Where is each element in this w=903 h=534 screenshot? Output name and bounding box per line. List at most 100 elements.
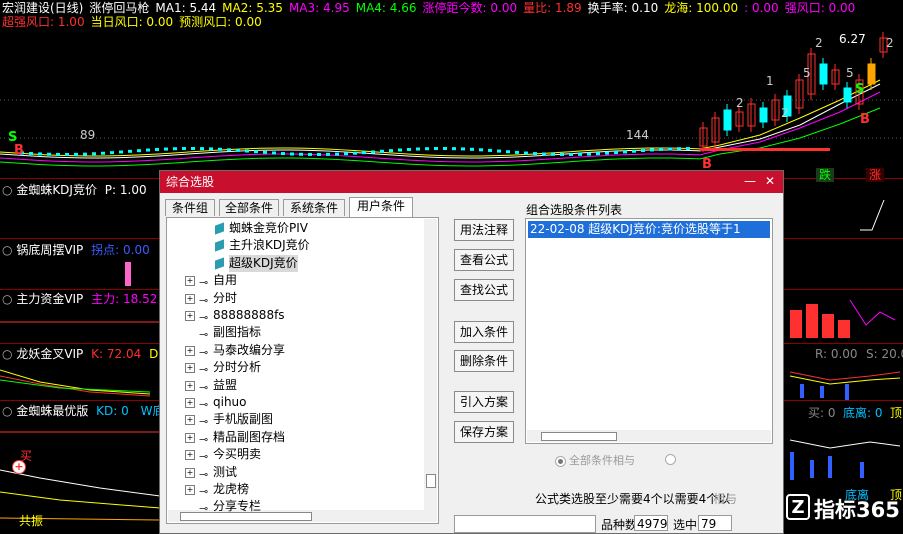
import-plan-button[interactable]: 引入方案: [454, 391, 514, 413]
expand-plus-icon[interactable]: +: [185, 293, 195, 304]
tree-item[interactable]: + ⊸ 分时: [167, 290, 422, 307]
wave-label: 2: [886, 36, 894, 50]
price-high-label: 6.27: [839, 32, 866, 46]
tab-system-conditions[interactable]: 系统条件: [283, 199, 345, 216]
save-plan-button[interactable]: 保存方案: [454, 421, 514, 443]
tree-item[interactable]: + ⊸ 手机版副图: [167, 411, 422, 428]
tree-item[interactable]: + ⊸ 88888888fs: [167, 307, 422, 324]
tree-item[interactable]: 超级KDJ竞价: [167, 254, 422, 272]
tree-item[interactable]: ⊸ 副图指标: [167, 324, 422, 341]
small-candle: [362, 151, 366, 155]
formula-input[interactable]: [454, 515, 596, 533]
small-candle: [263, 150, 267, 154]
tree-item-label: 分时: [213, 290, 238, 305]
brand-logo-icon: Z: [786, 494, 810, 520]
tree-item[interactable]: 蜘蛛金竞价PIV: [167, 220, 422, 237]
j-line: [0, 379, 151, 393]
expand-plus-icon[interactable]: +: [185, 276, 195, 287]
condition-list-item[interactable]: 22-02-08 超级KDJ竞价:竞价选股等于1: [528, 221, 770, 238]
tree-scroll-thumb[interactable]: [426, 474, 436, 488]
radio-all-and[interactable]: 全部条件相与: [555, 452, 635, 468]
expand-plus-icon[interactable]: +: [185, 380, 195, 391]
minimize-icon[interactable]: —: [743, 174, 757, 188]
header-indicator-row1-7: 量比: 1.89: [523, 1, 582, 15]
usage-notes-button[interactable]: 用法注释: [454, 219, 514, 241]
tree-item[interactable]: + ⊸ 龙虎榜: [167, 481, 422, 498]
tree-item-label: 龙虎榜: [213, 482, 250, 496]
tree-item[interactable]: + ⊸ 自用: [167, 272, 422, 289]
candle-body: [867, 63, 876, 85]
panel-circle-icon: ○: [2, 292, 13, 306]
pot-bottom-bar: [125, 262, 131, 286]
list-horizontal-scrollbar[interactable]: [527, 430, 771, 442]
stock-screener-dialog: 综合选股 — ✕ 条件组 全部条件 系统条件 用户条件 蜘蛛金竞价PIV 主升浪K…: [159, 170, 784, 534]
expand-plus-icon[interactable]: +: [185, 415, 195, 426]
dialog-title-bar[interactable]: 综合选股: [160, 171, 783, 193]
tree-item[interactable]: ⊸ 分享专栏: [167, 498, 422, 515]
tree-item[interactable]: + ⊸ 马泰改编分享: [167, 342, 422, 359]
main-fund-line: [849, 299, 896, 326]
tree-item[interactable]: + ⊸ 测试: [167, 464, 422, 481]
small-candle: [632, 149, 636, 153]
expand-plus-icon[interactable]: +: [185, 485, 195, 495]
small-candle: [641, 149, 645, 153]
panel-value: 主力: 18.52: [91, 292, 158, 306]
delete-condition-button[interactable]: 删除条件: [454, 350, 514, 372]
list-hscroll-thumb[interactable]: [541, 432, 617, 441]
small-candle: [119, 150, 123, 154]
d-line: [789, 375, 901, 385]
expand-plus-icon[interactable]: +: [185, 398, 195, 408]
tree-item[interactable]: 主升浪KDJ竞价: [167, 237, 422, 254]
small-candle: [110, 151, 114, 155]
small-candle: [434, 147, 438, 151]
tree-item-label: 蜘蛛金竞价PIV: [229, 221, 308, 235]
find-formula-button[interactable]: 查找公式: [454, 279, 514, 301]
expand-plus-icon[interactable]: +: [185, 467, 195, 478]
panel-value: P: 1.00: [104, 183, 147, 197]
tree-item[interactable]: + ⊸ 分时分析: [167, 359, 422, 376]
radio-any-or[interactable]: [665, 452, 679, 465]
add-condition-button[interactable]: 加入条件: [454, 321, 514, 343]
tab-user-conditions[interactable]: 用户条件: [349, 197, 413, 217]
condition-list[interactable]: 22-02-08 超级KDJ竞价:竞价选股等于1: [525, 218, 773, 444]
header-indicator-row1-1: 涨停回马枪: [89, 1, 150, 15]
tree-vertical-scrollbar[interactable]: [424, 219, 437, 522]
tab-all-conditions[interactable]: 全部条件: [219, 199, 279, 216]
expand-plus-icon[interactable]: +: [185, 450, 195, 461]
header-indicator-row1-5: MA4: 4.66: [355, 1, 417, 15]
small-candle: [551, 152, 555, 156]
small-candle: [281, 152, 285, 156]
small-candle: [461, 147, 465, 151]
tab-condition-group[interactable]: 条件组: [165, 199, 215, 216]
expand-plus-icon[interactable]: +: [185, 432, 195, 443]
spider-bar: [828, 456, 832, 478]
tree-item[interactable]: + ⊸ 精品副图存档: [167, 429, 422, 446]
candle-body: [759, 107, 768, 123]
header-indicator-row1-0: 宏润建设(日线): [2, 1, 84, 15]
close-icon[interactable]: ✕: [763, 174, 777, 188]
expand-plus-icon[interactable]: +: [185, 345, 195, 356]
small-candle: [380, 149, 384, 153]
header-indicator-row1-6: 涨停距今数: 0.00: [422, 1, 518, 15]
small-candle: [83, 152, 87, 156]
tree-item[interactable]: + ⊸ 今买明卖: [167, 446, 422, 463]
view-formula-button[interactable]: 查看公式: [454, 249, 514, 271]
small-candle: [245, 149, 249, 153]
tree-item[interactable]: + ⊸ 益盟: [167, 377, 422, 394]
small-candle: [515, 150, 519, 154]
tree-item-label: 分享专栏: [213, 499, 262, 514]
small-candle: [128, 149, 132, 153]
formula-tree[interactable]: 蜘蛛金竞价PIV 主升浪KDJ竞价 超级KDJ竞价 + ⊸ 自用 + ⊸ 分时 + ⊸ 8888888…: [166, 217, 439, 524]
small-candle: [164, 147, 168, 151]
formula-leaf-icon: [215, 257, 224, 270]
buy-count-label: 买: 0: [808, 406, 836, 420]
small-candle: [524, 151, 528, 155]
header-indicator-row2-0: 超强风口: 1.00: [2, 15, 85, 29]
tree-item[interactable]: + ⊸ qihuo: [167, 394, 422, 411]
main-fund-bar: [838, 320, 850, 338]
expand-plus-icon[interactable]: +: [185, 311, 195, 321]
formula-leaf-icon: [215, 222, 224, 235]
panel-circle-icon: ○: [2, 243, 13, 257]
expand-plus-icon[interactable]: +: [185, 363, 195, 374]
small-candle: [353, 151, 357, 155]
